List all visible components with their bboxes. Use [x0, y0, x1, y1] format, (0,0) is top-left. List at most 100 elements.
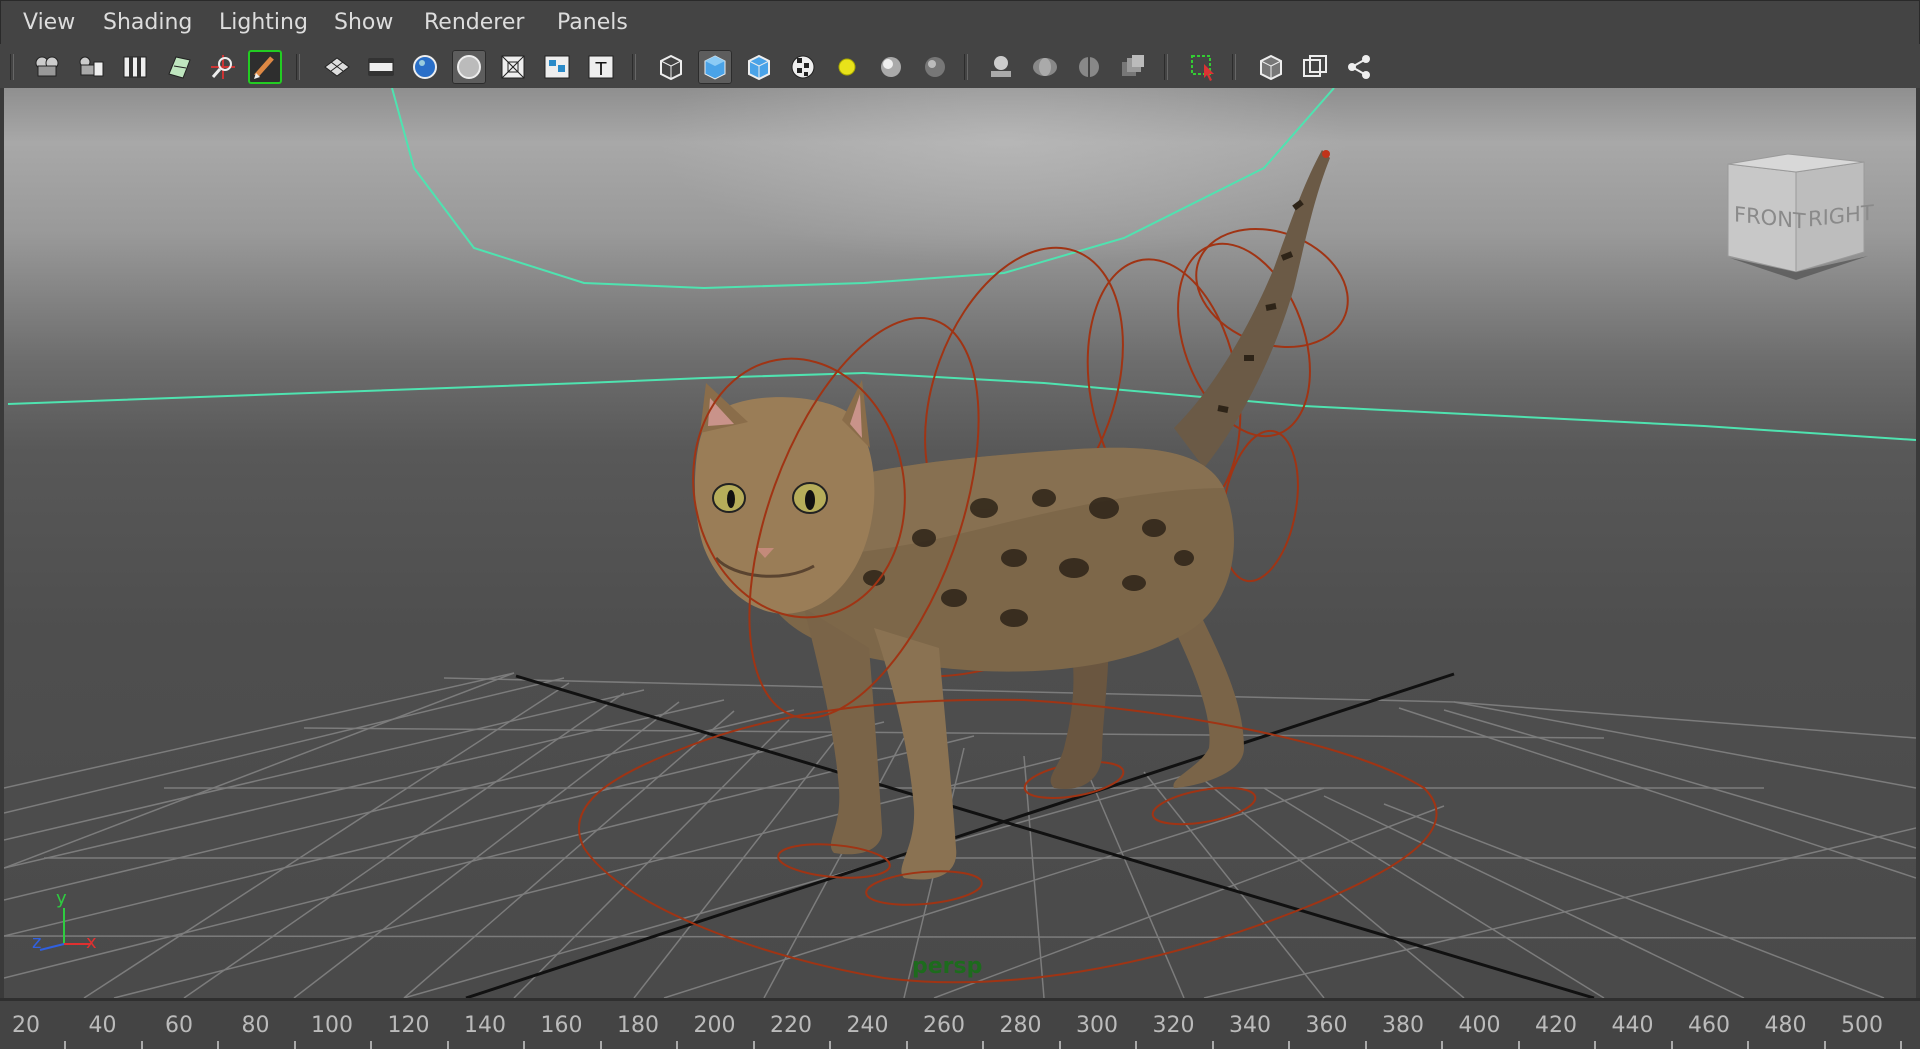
timeline-tick-mark: [1900, 1041, 1903, 1049]
axis-indicator: y z x: [26, 888, 106, 968]
toolbar-separator: [296, 54, 300, 80]
axis-y-label: y: [56, 888, 67, 909]
timeline-tick-mark: [293, 1041, 296, 1049]
depth-of-field-icon[interactable]: [1116, 50, 1150, 84]
timeline-tick-label: 220: [770, 1013, 812, 1038]
timeline-tick-label: 320: [1152, 1013, 1195, 1038]
menu-panels[interactable]: Panels: [557, 10, 628, 35]
textured-icon[interactable]: [786, 50, 820, 84]
timeline-tick-label: 460: [1688, 1013, 1730, 1038]
film-gate-icon[interactable]: [364, 50, 398, 84]
timeline-tick-label: 500: [1841, 1013, 1883, 1038]
timeline-tick-label: 420: [1535, 1013, 1577, 1038]
menu-shading[interactable]: Shading: [103, 10, 192, 35]
svg-text:T: T: [595, 59, 608, 80]
camera-name-label: persp: [912, 954, 983, 979]
timeline-tick-mark: [1517, 1041, 1520, 1049]
grid-2d-pan-zoom-icon[interactable]: [206, 50, 240, 84]
timeline-tick-label: 20: [12, 1013, 40, 1038]
timeline-tick-mark: [1364, 1041, 1367, 1049]
timeline-tick-label: 40: [88, 1013, 117, 1038]
timeline-tick-label: 360: [1305, 1013, 1348, 1038]
motion-blur-icon[interactable]: [1028, 50, 1062, 84]
timeline-tick-mark: [64, 1041, 67, 1049]
camera-attributes-icon[interactable]: [74, 50, 108, 84]
timeline-tick-mark: [905, 1041, 908, 1049]
timeline-tick-mark: [140, 1041, 143, 1049]
safe-action-icon[interactable]: [540, 50, 574, 84]
timeline-tick-mark: [829, 1041, 832, 1049]
bookmarks-icon[interactable]: [118, 50, 152, 84]
toolbar-separator: [1232, 54, 1236, 80]
timeline-tick-label: 380: [1382, 1013, 1424, 1038]
xray-active-components-icon[interactable]: [1298, 50, 1332, 84]
timeline-tick-mark: [1135, 1041, 1138, 1049]
menu-lighting[interactable]: Lighting: [219, 10, 308, 35]
timeline-tick-mark: [370, 1041, 373, 1049]
timeline-tick-label: 440: [1611, 1013, 1654, 1038]
use-default-light-icon[interactable]: [874, 50, 908, 84]
grease-pencil-icon[interactable]: [248, 50, 282, 84]
time-slider[interactable]: 20 40 60 80 100 120 140 160 180 200 220 240 260 280 30…: [0, 998, 1920, 1049]
cat-tail: [1174, 150, 1330, 468]
multisample-aa-icon[interactable]: [1072, 50, 1106, 84]
timeline-tick-mark: [217, 1041, 220, 1049]
resolution-gate-icon[interactable]: [408, 50, 442, 84]
screen-space-ao-icon[interactable]: [984, 50, 1018, 84]
timeline-tick-mark: [982, 1041, 985, 1049]
timeline-tick-mark: [1288, 1041, 1291, 1049]
timeline-tick-mark: [1594, 1041, 1597, 1049]
gate-mask-icon[interactable]: [452, 50, 486, 84]
menu-show[interactable]: Show: [334, 10, 393, 35]
image-plane-icon[interactable]: [162, 50, 196, 84]
wireframe-on-shaded-icon[interactable]: [742, 50, 776, 84]
axis-x-label: x: [86, 932, 97, 953]
timeline-tick-label: 160: [540, 1013, 583, 1038]
menu-view[interactable]: View: [23, 10, 75, 35]
isolate-select-icon[interactable]: [1186, 50, 1220, 84]
timeline-tick-label: 140: [464, 1013, 506, 1038]
safe-title-icon[interactable]: T: [584, 50, 618, 84]
timeline-tick-label: 180: [617, 1013, 659, 1038]
timeline-tick-label: 120: [387, 1013, 430, 1038]
timeline-tick-label: 100: [311, 1013, 353, 1038]
timeline-tick-mark: [1670, 1041, 1673, 1049]
timeline-tick-label: 200: [693, 1013, 736, 1038]
timeline-tick-label: 240: [846, 1013, 889, 1038]
timeline-tick-mark: [599, 1041, 602, 1049]
menu-renderer[interactable]: Renderer: [424, 10, 524, 35]
timeline-tick-mark: [446, 1041, 449, 1049]
timeline-tick-label: 60: [165, 1013, 193, 1038]
axis-z-label: z: [32, 932, 42, 953]
panel-toolbar: T: [0, 44, 1920, 89]
shadows-icon[interactable]: [918, 50, 952, 84]
toolbar-separator: [964, 54, 968, 80]
timeline-tick-mark: [523, 1041, 526, 1049]
timeline-tick-label: 340: [1229, 1013, 1271, 1038]
use-all-lights-icon[interactable]: [830, 50, 864, 84]
grid-icon[interactable]: [320, 50, 354, 84]
timeline-tick-label: 480: [1764, 1013, 1807, 1038]
timeline-tick-mark: [752, 1041, 755, 1049]
timeline-tick-label: 280: [999, 1013, 1042, 1038]
timeline-tick-label: 300: [1076, 1013, 1118, 1038]
camera-frustum-curve: [7, 88, 1916, 441]
timeline-tick-label: 400: [1458, 1013, 1501, 1038]
scene-canvas[interactable]: [4, 88, 1916, 998]
wireframe-icon[interactable]: [654, 50, 688, 84]
timeline-tick-mark: [676, 1041, 679, 1049]
select-camera-icon[interactable]: [30, 50, 64, 84]
perspective-viewport[interactable]: FRONT RIGHT y z x persp: [0, 88, 1920, 998]
view-cube[interactable]: FRONT RIGHT: [1718, 144, 1878, 284]
xray-joints-icon[interactable]: [1342, 50, 1376, 84]
timeline-tick-mark: [1747, 1041, 1750, 1049]
xray-icon[interactable]: [1254, 50, 1288, 84]
smooth-shade-icon[interactable]: [698, 50, 732, 84]
timeline-tick-label: 80: [241, 1013, 270, 1038]
timeline-tick-mark: [1211, 1041, 1214, 1049]
toolbar-separator: [632, 54, 636, 80]
timeline-tick-mark: [1823, 1041, 1826, 1049]
toolbar-separator: [1164, 54, 1168, 80]
field-chart-icon[interactable]: [496, 50, 530, 84]
panel-menu-bar: View Shading Lighting Show Renderer Pane…: [0, 0, 1920, 44]
